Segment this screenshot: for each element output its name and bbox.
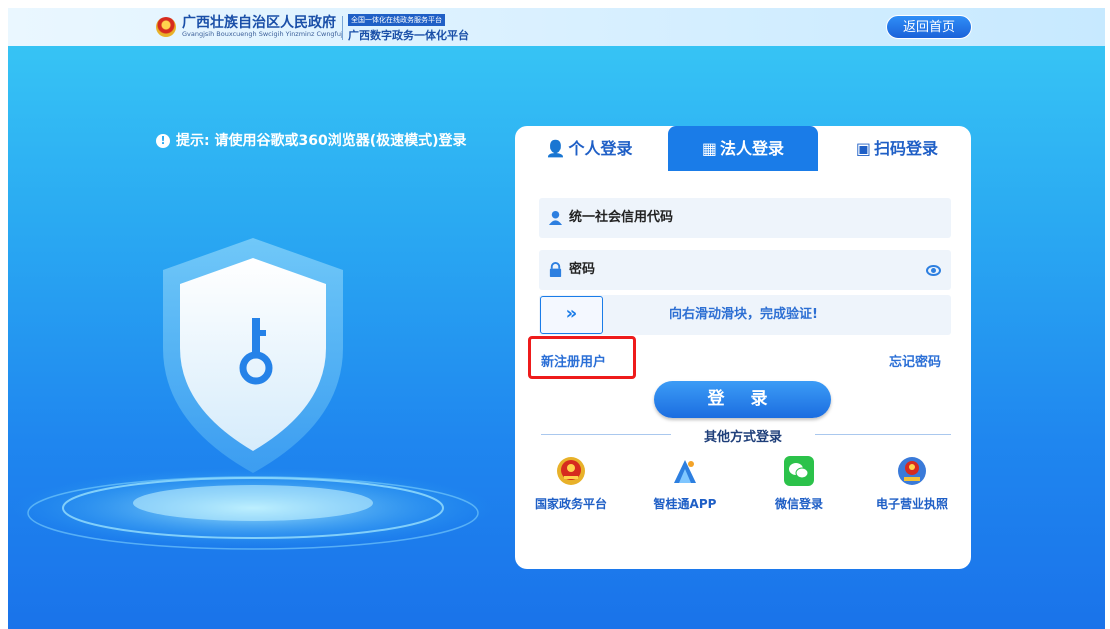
home-button[interactable]: 返回首页 bbox=[886, 15, 972, 39]
tab-legal-person-login[interactable]: ▦ 法人登录 bbox=[668, 126, 818, 171]
header-divider bbox=[342, 16, 343, 40]
info-icon: ! bbox=[156, 134, 170, 148]
show-password-eye-icon[interactable] bbox=[926, 265, 941, 276]
other-login-divider-left bbox=[541, 434, 671, 435]
password-field[interactable]: 密码 bbox=[539, 250, 951, 290]
qr-code-icon: ▣ bbox=[855, 139, 872, 158]
other-login-title: 其他方式登录 bbox=[703, 430, 782, 445]
national-emblem-icon bbox=[557, 457, 585, 485]
other-login-divider-right bbox=[815, 434, 951, 435]
tab-qr-login[interactable]: ▣ 扫码登录 bbox=[823, 126, 971, 171]
credit-code-placeholder: 统一社会信用代码 bbox=[569, 210, 674, 225]
business-license-login[interactable]: 电子营业执照 bbox=[867, 456, 957, 513]
person-icon: 👤 bbox=[545, 139, 566, 158]
zhiguitong-app-icon bbox=[674, 460, 696, 483]
gov-name-en: Gvangjsih Bouxcuengh Swcigih Yinzminz Cw… bbox=[182, 30, 343, 38]
tip-text: 提示: 请使用谷歌或360浏览器(极速模式)登录 bbox=[176, 133, 467, 149]
user-icon bbox=[548, 210, 563, 225]
wechat-login[interactable]: 微信登录 bbox=[754, 456, 844, 513]
option-label: 智桂通APP bbox=[653, 497, 717, 511]
tab-label: 个人登录 bbox=[568, 139, 633, 158]
slider-hint: 向右滑动滑块，完成验证! bbox=[669, 307, 818, 322]
gov-name: 广西壮族自治区人民政府 bbox=[182, 15, 336, 31]
tab-personal-login[interactable]: 👤 个人登录 bbox=[515, 126, 663, 171]
national-platform-login[interactable]: 国家政务平台 bbox=[526, 456, 616, 513]
slide-verification: » 向右滑动滑块，完成验证! bbox=[539, 295, 951, 335]
national-emblem-icon bbox=[156, 17, 176, 37]
login-button[interactable]: 登 录 bbox=[654, 381, 831, 418]
login-tabs: 👤 个人登录 ▦ 法人登录 ▣ 扫码登录 bbox=[515, 126, 971, 171]
login-page: 广西壮族自治区人民政府 Gvangjsih Bouxcuengh Swcigih… bbox=[8, 8, 1105, 629]
top-bar: 广西壮族自治区人民政府 Gvangjsih Bouxcuengh Swcigih… bbox=[8, 8, 1105, 46]
platform-badge: 全国一体化在线政务服务平台 bbox=[348, 14, 445, 26]
tab-label: 法人登录 bbox=[720, 139, 785, 158]
forgot-password-link[interactable]: 忘记密码 bbox=[889, 351, 941, 370]
business-license-icon bbox=[898, 457, 926, 485]
browser-tip: ! 提示: 请使用谷歌或360浏览器(极速模式)登录 bbox=[156, 130, 467, 150]
security-shield-illustration bbox=[13, 238, 493, 550]
login-card: 👤 个人登录 ▦ 法人登录 ▣ 扫码登录 统一社会信用代码 密码 » 向右滑动滑… bbox=[515, 126, 971, 569]
wechat-icon bbox=[784, 456, 814, 486]
zhiguitong-app-login[interactable]: 智桂通APP bbox=[640, 456, 730, 513]
register-highlight-box bbox=[528, 336, 636, 379]
slider-handle[interactable]: » bbox=[540, 296, 603, 334]
building-icon: ▦ bbox=[701, 139, 718, 158]
password-placeholder: 密码 bbox=[569, 262, 596, 277]
credit-code-field[interactable]: 统一社会信用代码 bbox=[539, 198, 951, 238]
tab-label: 扫码登录 bbox=[874, 139, 939, 158]
option-label: 国家政务平台 bbox=[534, 497, 607, 511]
option-label: 微信登录 bbox=[774, 497, 823, 511]
platform-name: 广西数字政务一体化平台 bbox=[348, 29, 469, 42]
lock-icon bbox=[549, 262, 562, 277]
option-label: 电子营业执照 bbox=[875, 497, 948, 511]
